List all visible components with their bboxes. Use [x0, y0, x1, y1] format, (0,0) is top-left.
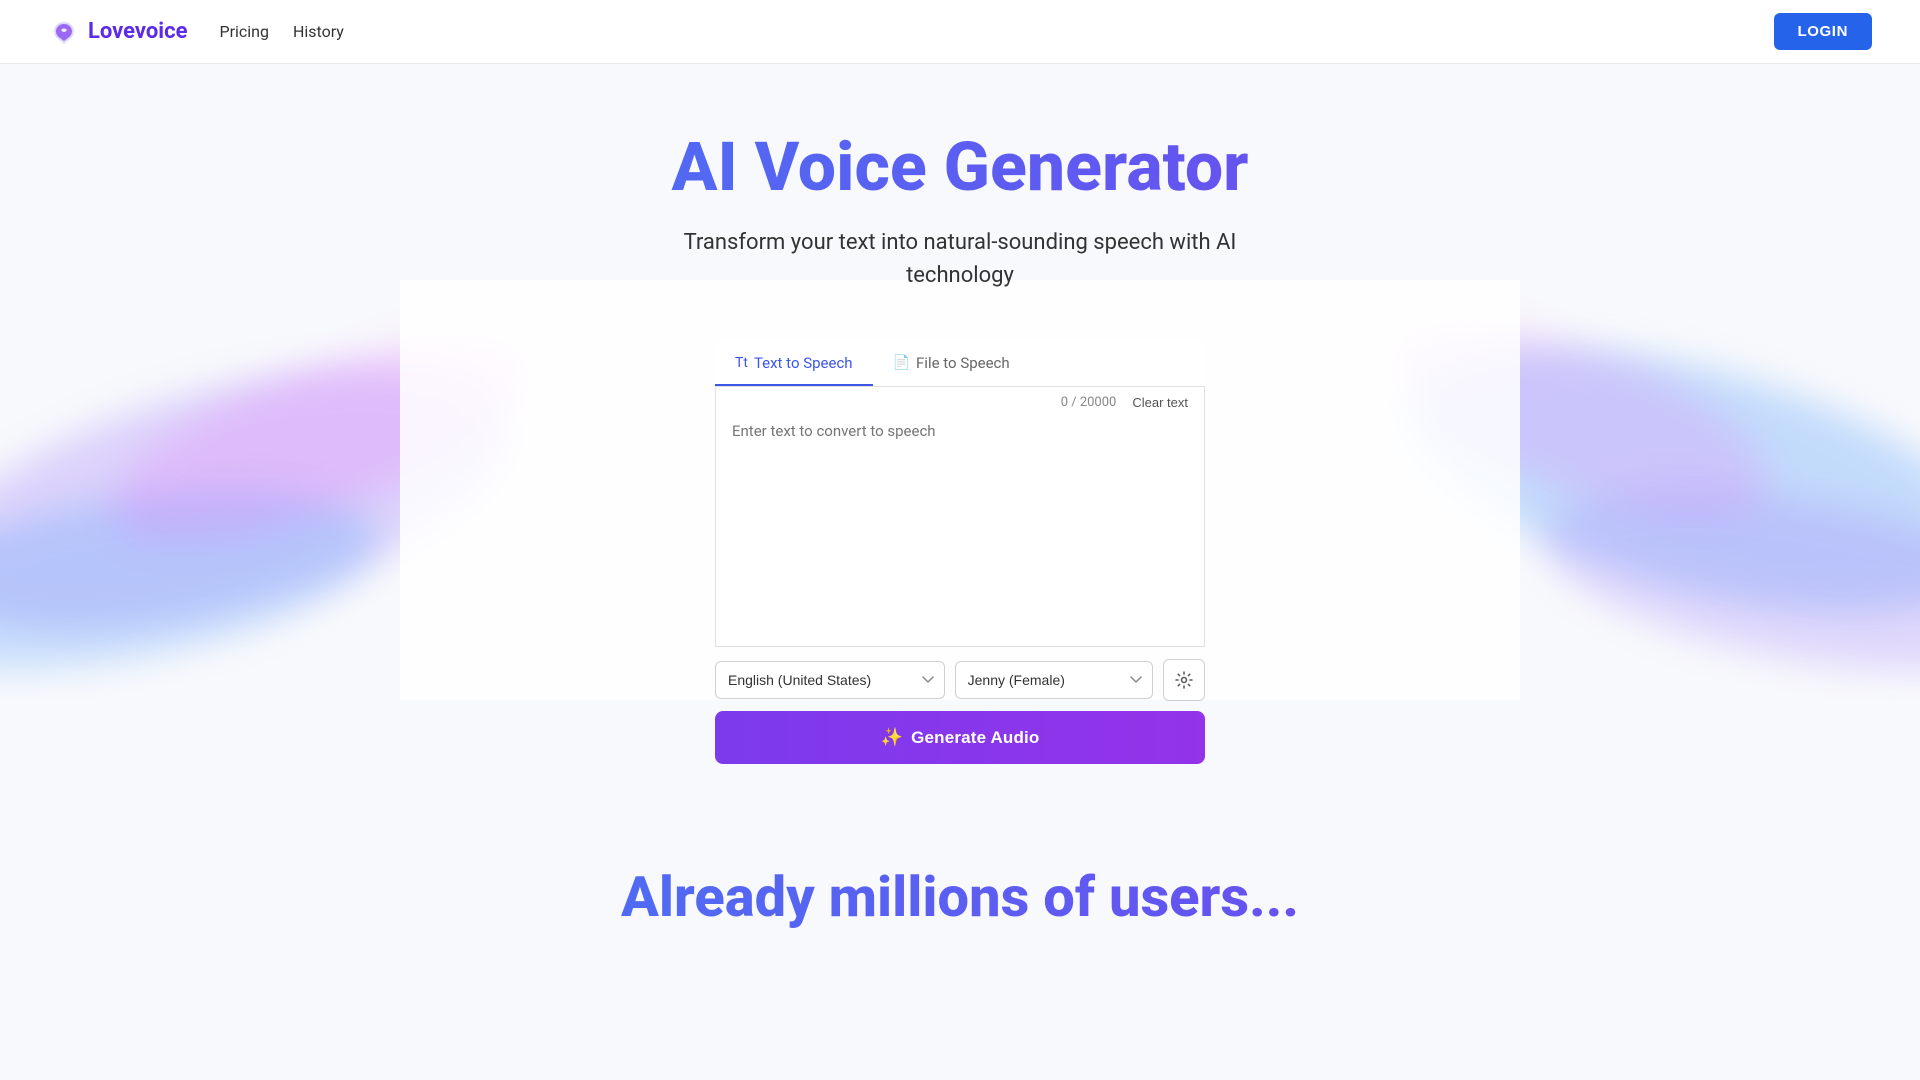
generate-audio-label: Generate Audio — [911, 728, 1039, 748]
controls-row: English (United States) English (UK) Spa… — [715, 647, 1205, 701]
generate-audio-button[interactable]: ✨ Generate Audio — [715, 711, 1205, 764]
logo-icon — [48, 16, 80, 48]
char-count-row: 0 / 20000 Clear text — [716, 387, 1204, 414]
hero-section: AI Voice Generator Transform your text i… — [0, 64, 1920, 292]
tab-text-to-speech[interactable]: Tt Text to Speech — [715, 340, 873, 386]
speech-textarea[interactable] — [716, 414, 1204, 642]
login-button[interactable]: LOGIN — [1774, 13, 1873, 50]
card-body: 0 / 20000 Clear text — [715, 387, 1205, 647]
file-to-speech-icon: 📄 — [893, 355, 910, 371]
tab-text-to-speech-label: Text to Speech — [754, 354, 853, 372]
brand-name: Lovevoice — [88, 19, 187, 44]
logo-link[interactable]: Lovevoice — [48, 16, 187, 48]
main-card: Tt Text to Speech 📄 File to Speech 0 / 2… — [715, 340, 1205, 824]
sparkle-icon: ✨ — [881, 727, 904, 748]
text-to-speech-icon: Tt — [735, 355, 748, 371]
navbar: Lovevoice Pricing History LOGIN — [0, 0, 1920, 64]
bottom-section: Already millions of users... — [0, 824, 1920, 930]
nav-links: Pricing History — [219, 22, 343, 41]
tab-file-to-speech-label: File to Speech — [916, 354, 1010, 372]
nav-history[interactable]: History — [293, 22, 344, 41]
hero-title: AI Voice Generator — [16, 128, 1904, 206]
clear-text-button[interactable]: Clear text — [1132, 395, 1188, 410]
tab-file-to-speech[interactable]: 📄 File to Speech — [873, 340, 1030, 386]
settings-button[interactable] — [1163, 659, 1205, 701]
nav-pricing[interactable]: Pricing — [219, 22, 269, 41]
char-count: 0 / 20000 — [1061, 395, 1117, 410]
gear-icon — [1175, 671, 1193, 689]
bottom-title: Already millions of users... — [16, 864, 1904, 930]
voice-select[interactable]: Jenny (Female) Guy (Male) Aria (Female) … — [955, 661, 1153, 699]
hero-subtitle: Transform your text into natural-soundin… — [660, 226, 1260, 292]
navbar-left: Lovevoice Pricing History — [48, 16, 344, 48]
language-select[interactable]: English (United States) English (UK) Spa… — [715, 661, 945, 699]
tab-bar: Tt Text to Speech 📄 File to Speech — [715, 340, 1205, 387]
